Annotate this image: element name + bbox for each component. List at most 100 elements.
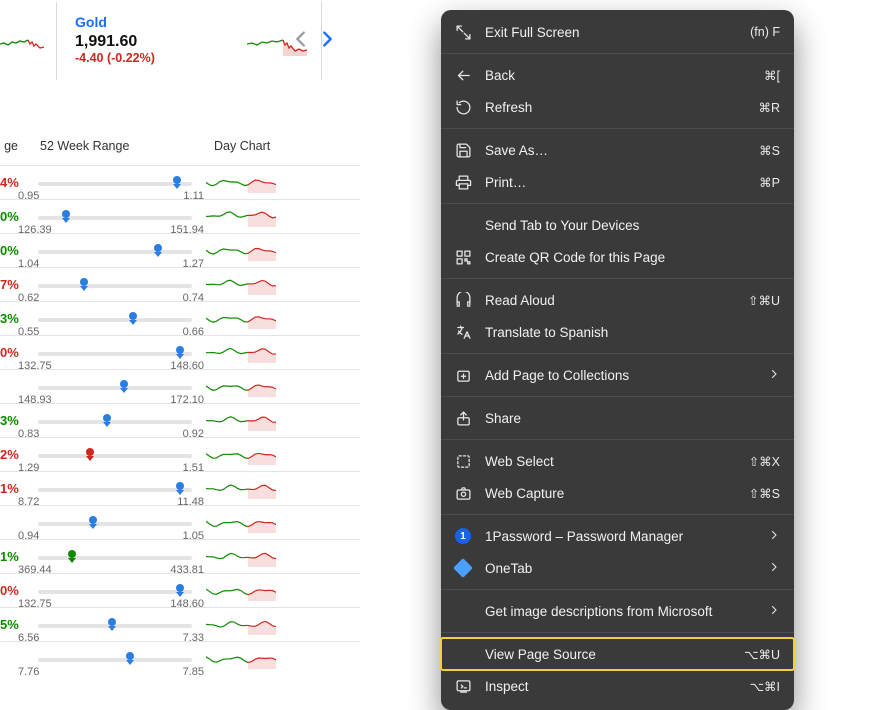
range-high: 1.05 [183, 530, 204, 542]
range-high: 148.60 [170, 360, 204, 372]
range-low: 126.39 [18, 224, 52, 236]
change-pct: 0% [0, 243, 18, 258]
context-menu[interactable]: Exit Full Screen (fn) F Back ⌘[ Refresh … [441, 10, 794, 710]
web-capture-icon [453, 483, 473, 503]
table-row[interactable]: 7.76 7.85 [0, 641, 360, 675]
range-52w: 0.62 0.74 [18, 282, 204, 288]
table-row[interactable]: 0% 126.39 151.94 [0, 199, 360, 233]
menu-item-shortcut: ⌥⌘I [750, 679, 780, 694]
menu-item-share[interactable]: Share [441, 402, 794, 434]
range-low: 0.95 [18, 190, 39, 202]
prev-arrow-icon[interactable] [288, 26, 314, 52]
menu-item-shortcut: ⌘R [758, 100, 780, 115]
data-table: ge 52 Week Range Day Chart 4% 0.95 1.11 … [0, 139, 360, 675]
menu-item-label: Web Capture [485, 486, 737, 501]
next-arrow-icon[interactable] [314, 26, 340, 52]
menu-separator [441, 278, 794, 279]
menu-item-web-select[interactable]: Web Select ⇧⌘X [441, 445, 794, 477]
range-low: 0.55 [18, 326, 39, 338]
menu-item-label: Web Select [485, 454, 737, 469]
menu-item-exit-full-screen[interactable]: Exit Full Screen (fn) F [441, 16, 794, 48]
menu-separator [441, 589, 794, 590]
range-low: 6.56 [18, 632, 39, 644]
menu-item-label: Exit Full Screen [485, 25, 738, 40]
menu-item-1password-password-manager[interactable]: 1 1Password – Password Manager [441, 520, 794, 552]
menu-item-back[interactable]: Back ⌘[ [441, 59, 794, 91]
menu-item-web-capture[interactable]: Web Capture ⇧⌘S [441, 477, 794, 509]
menu-item-label: Save As… [485, 143, 747, 158]
ticker-name[interactable]: Gold [75, 14, 307, 30]
range-low: 0.83 [18, 428, 39, 440]
menu-item-add-page-to-collections[interactable]: Add Page to Collections [441, 359, 794, 391]
range-52w: 6.56 7.33 [18, 622, 204, 628]
change-pct: 0% [0, 345, 18, 360]
menu-item-label: Translate to Spanish [485, 325, 780, 340]
menu-item-shortcut: ⌘P [759, 175, 780, 190]
range-high: 0.92 [183, 428, 204, 440]
table-row[interactable]: 7% 0.62 0.74 [0, 267, 360, 301]
range-52w: 7.76 7.85 [18, 656, 204, 662]
menu-item-get-image-descriptions-from-microsoft[interactable]: Get image descriptions from Microsoft [441, 595, 794, 627]
range-52w: 126.39 151.94 [18, 214, 204, 220]
chevron-right-icon [768, 368, 780, 383]
range-low: 0.94 [18, 530, 39, 542]
menu-item-inspect[interactable]: Inspect ⌥⌘I [441, 670, 794, 702]
table-row[interactable]: 1% 8.72 11.48 [0, 471, 360, 505]
range-high: 1.27 [183, 258, 204, 270]
menu-item-label: 1Password – Password Manager [485, 529, 756, 544]
menu-item-read-aloud[interactable]: Read Aloud ⇧⌘U [441, 284, 794, 316]
table-row[interactable]: 4% 0.95 1.11 [0, 165, 360, 199]
share-icon [453, 408, 473, 428]
menu-item-create-qr-code-for-this-page[interactable]: Create QR Code for this Page [441, 241, 794, 273]
table-row[interactable]: 3% 0.55 0.66 [0, 301, 360, 335]
table-row[interactable]: 148.93 172.10 [0, 369, 360, 403]
day-chart-spark [204, 645, 334, 672]
back-icon [453, 65, 473, 85]
change-pct: 5% [0, 617, 18, 632]
range-high: 433.81 [170, 564, 204, 576]
range-52w: 148.93 172.10 [18, 384, 204, 390]
menu-item-label: Refresh [485, 100, 746, 115]
range-52w: 0.94 1.05 [18, 520, 204, 526]
menu-item-shortcut: ⇧⌘S [749, 486, 780, 501]
table-row[interactable]: 0% 1.04 1.27 [0, 233, 360, 267]
menu-item-save-as[interactable]: Save As… ⌘S [441, 134, 794, 166]
header-day-chart[interactable]: Day Chart [204, 139, 334, 153]
menu-item-onetab[interactable]: OneTab [441, 552, 794, 584]
none-icon [453, 215, 473, 235]
menu-separator [441, 396, 794, 397]
menu-item-label: Print… [485, 175, 747, 190]
day-chart-spark [204, 611, 334, 638]
read-icon [453, 290, 473, 310]
exit-full-icon [453, 22, 473, 42]
table-row[interactable]: 0% 132.75 148.60 [0, 573, 360, 607]
day-chart-spark [204, 543, 334, 570]
range-high: 11.48 [177, 496, 204, 508]
table-row[interactable]: 5% 6.56 7.33 [0, 607, 360, 641]
range-52w: 132.75 148.60 [18, 350, 204, 356]
print-icon [453, 172, 473, 192]
range-low: 1.29 [18, 462, 39, 474]
change-pct: 3% [0, 311, 18, 326]
menu-separator [441, 53, 794, 54]
day-chart-spark [204, 441, 334, 468]
mini-sparkline [0, 34, 44, 59]
menu-item-send-tab-to-your-devices[interactable]: Send Tab to Your Devices [441, 209, 794, 241]
chevron-right-icon [768, 604, 780, 619]
menu-item-label: Share [485, 411, 780, 426]
table-row[interactable]: 0% 132.75 148.60 [0, 335, 360, 369]
table-row[interactable]: 3% 0.83 0.92 [0, 403, 360, 437]
change-pct: 7% [0, 277, 18, 292]
table-row[interactable]: 1% 369.44 433.81 [0, 539, 360, 573]
ticker-card[interactable]: Gold 1,991.60 -4.40 (-0.22%) [56, 2, 322, 80]
table-row[interactable]: 0.94 1.05 [0, 505, 360, 539]
menu-item-print[interactable]: Print… ⌘P [441, 166, 794, 198]
menu-separator [441, 353, 794, 354]
change-pct: 1% [0, 549, 18, 564]
menu-item-translate-to-spanish[interactable]: Translate to Spanish [441, 316, 794, 348]
header-52w-range[interactable]: 52 Week Range [18, 139, 204, 153]
menu-item-view-page-source[interactable]: View Page Source ⌥⌘U [441, 638, 794, 670]
menu-item-refresh[interactable]: Refresh ⌘R [441, 91, 794, 123]
table-row[interactable]: 2% 1.29 1.51 [0, 437, 360, 471]
menu-separator [441, 439, 794, 440]
